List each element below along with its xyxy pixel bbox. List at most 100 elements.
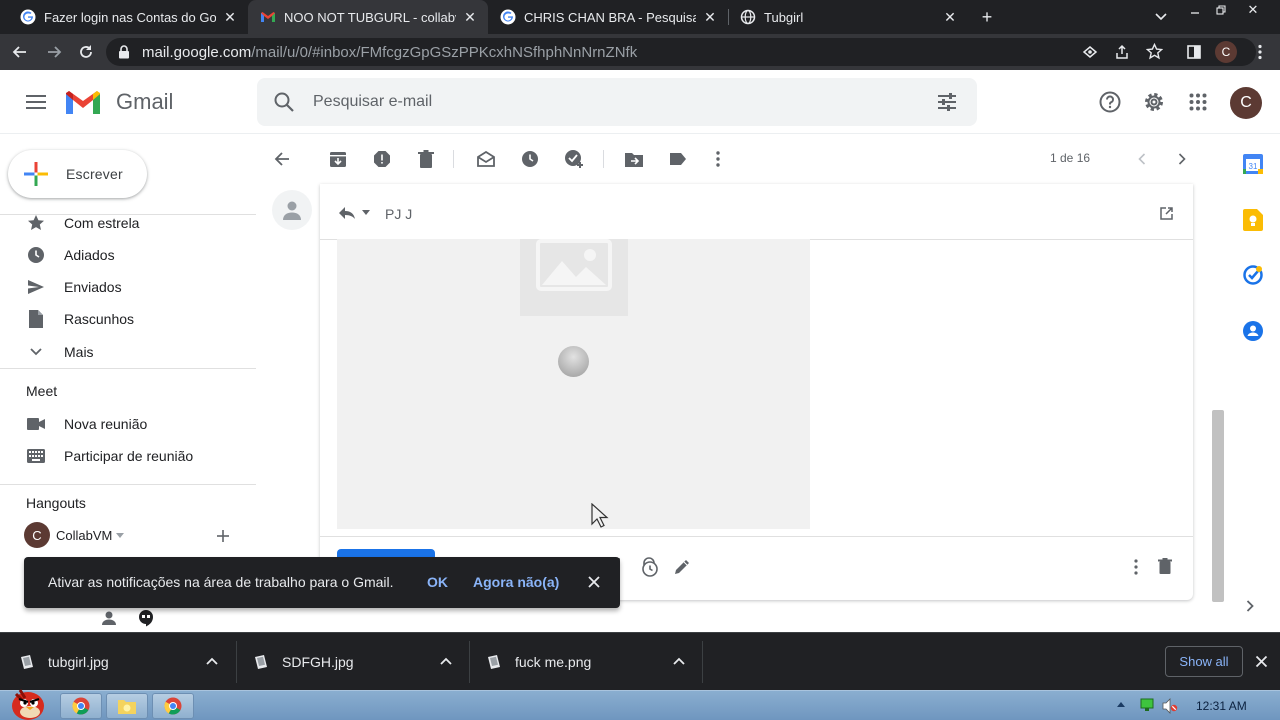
close-tab-icon[interactable]: ✕ [942, 9, 958, 25]
tab-google-search[interactable]: CHRIS CHAN BRA - Pesquisa Google ✕ [488, 0, 728, 34]
tab-gmail[interactable]: NOO NOT TUBGURL - collabvm ✕ [248, 0, 488, 34]
close-tab-icon[interactable]: ✕ [462, 9, 478, 25]
broken-image-icon [520, 239, 628, 316]
taskbar-chrome-window-button[interactable] [152, 693, 194, 719]
confidential-mode-icon[interactable] [640, 557, 660, 577]
signature-pen-icon[interactable] [673, 558, 691, 576]
sidebar-item-starred[interactable]: Com estrela [0, 207, 256, 239]
more-options-icon[interactable] [704, 145, 732, 173]
send-icon [26, 277, 46, 297]
search-options-icon[interactable] [937, 92, 957, 112]
mark-unread-icon[interactable] [472, 145, 500, 173]
restore-button[interactable] [1206, 0, 1236, 20]
move-to-icon[interactable] [620, 145, 648, 173]
tasks-icon[interactable] [1243, 265, 1263, 285]
chevron-up-icon[interactable] [440, 657, 452, 665]
search-icon[interactable] [273, 91, 295, 113]
sidebar-item-sent[interactable]: Enviados [0, 271, 256, 303]
snooze-clock-icon[interactable] [516, 145, 544, 173]
taskbar-explorer-button[interactable] [106, 693, 148, 719]
reply-type-caret-icon[interactable] [362, 210, 370, 215]
newer-chevron-left-icon[interactable] [1128, 145, 1156, 173]
sidebar-item-more[interactable]: Mais [0, 336, 256, 368]
settings-gear-icon[interactable] [1134, 82, 1174, 122]
lock-icon[interactable] [118, 45, 130, 59]
toast-message: Ativar as notificações na área de trabal… [48, 574, 394, 590]
download-item[interactable]: tubgirl.jpg [20, 633, 234, 691]
new-tab-button[interactable]: + [972, 7, 1002, 27]
volume-muted-icon[interactable] [1162, 698, 1178, 714]
address-bar[interactable]: mail.google.com/mail/u/0/#inbox/FMfcgzGp… [106, 38, 1256, 66]
expand-panel-chevron-icon[interactable] [1246, 600, 1254, 612]
sidepanel-icon[interactable] [1180, 38, 1208, 66]
close-icon[interactable] [587, 575, 601, 589]
tray-expand-icon[interactable] [1117, 702, 1125, 707]
hangouts-user[interactable]: C CollabVM [24, 521, 224, 549]
account-avatar[interactable]: C [1230, 87, 1262, 119]
contacts-person-icon[interactable] [100, 610, 118, 626]
label-icon[interactable] [664, 145, 692, 173]
toast-ok-button[interactable]: OK [427, 574, 448, 590]
chevron-up-icon[interactable] [673, 657, 685, 665]
add-hangout-icon[interactable] [214, 527, 232, 545]
calendar-icon[interactable]: 31 [1243, 154, 1263, 174]
divider [0, 368, 256, 369]
meet-heading: Meet [26, 383, 58, 399]
close-tab-icon[interactable]: ✕ [702, 9, 718, 25]
reload-icon[interactable] [72, 38, 100, 66]
show-all-button[interactable]: Show all [1165, 646, 1243, 677]
back-to-inbox-icon[interactable] [268, 145, 296, 173]
profile-avatar[interactable]: C [1212, 38, 1240, 66]
close-tab-icon[interactable]: ✕ [222, 9, 238, 25]
gmail-logo[interactable]: Gmail [64, 88, 173, 116]
sidebar-item-snoozed[interactable]: Adiados [0, 239, 256, 271]
main-menu-icon[interactable] [16, 82, 56, 122]
start-button[interactable] [6, 685, 50, 720]
system-clock: 12:31 AM [1196, 699, 1247, 713]
network-icon[interactable] [1140, 698, 1154, 712]
loading-spinner [558, 346, 589, 377]
apps-grid-icon[interactable] [1178, 82, 1218, 122]
keep-icon[interactable] [1243, 209, 1263, 231]
divider [469, 641, 470, 683]
discard-draft-icon[interactable] [1158, 558, 1172, 574]
add-to-tasks-icon[interactable] [560, 145, 588, 173]
search-input[interactable] [313, 90, 913, 114]
archive-icon[interactable] [324, 145, 352, 173]
chevron-up-icon[interactable] [206, 657, 218, 665]
bookmark-star-icon[interactable] [1146, 43, 1163, 60]
chrome-icon [164, 697, 182, 715]
help-icon[interactable] [1090, 82, 1130, 122]
recipient-chip[interactable]: PJ J [385, 206, 412, 222]
svg-text:31: 31 [1249, 162, 1258, 171]
taskbar-chrome-button[interactable] [60, 693, 102, 719]
share-icon[interactable] [1114, 44, 1130, 60]
report-spam-icon[interactable] [368, 145, 396, 173]
message-toolbar: 1 de 16 [256, 134, 1208, 184]
delete-icon[interactable] [412, 145, 440, 173]
compose-button[interactable]: Escrever [8, 150, 147, 198]
divider [236, 641, 237, 683]
sidebar-item-new-meeting[interactable]: Nova reunião [0, 408, 256, 440]
download-item[interactable]: SDFGH.jpg [254, 633, 468, 691]
older-chevron-right-icon[interactable] [1168, 145, 1196, 173]
toast-later-button[interactable]: Agora não(a) [473, 574, 559, 590]
eye-icon[interactable] [1082, 44, 1098, 60]
tab-tubgirl[interactable]: Tubgirl ✕ [728, 0, 968, 34]
tab-google-login[interactable]: Fazer login nas Contas do Google ✕ [8, 0, 248, 34]
reply-arrow-icon[interactable] [338, 206, 356, 220]
close-icon[interactable] [1255, 655, 1268, 668]
download-item[interactable]: fuck me.png [487, 633, 701, 691]
back-arrow-icon[interactable] [6, 38, 34, 66]
hangouts-quote-icon[interactable] [137, 609, 155, 627]
contacts-icon[interactable] [1243, 321, 1263, 341]
tab-search-chevron-icon[interactable] [1146, 7, 1176, 27]
kebab-menu-icon[interactable] [1246, 38, 1274, 66]
more-compose-options-icon[interactable] [1134, 559, 1138, 575]
close-window-button[interactable]: ✕ [1238, 0, 1268, 20]
sidebar-item-join-meeting[interactable]: Participar de reunião [0, 440, 256, 472]
sidebar-item-drafts[interactable]: Rascunhos [0, 303, 256, 335]
popout-icon[interactable] [1160, 207, 1173, 220]
scrollbar[interactable] [1212, 410, 1224, 602]
forward-arrow-icon[interactable] [40, 38, 68, 66]
